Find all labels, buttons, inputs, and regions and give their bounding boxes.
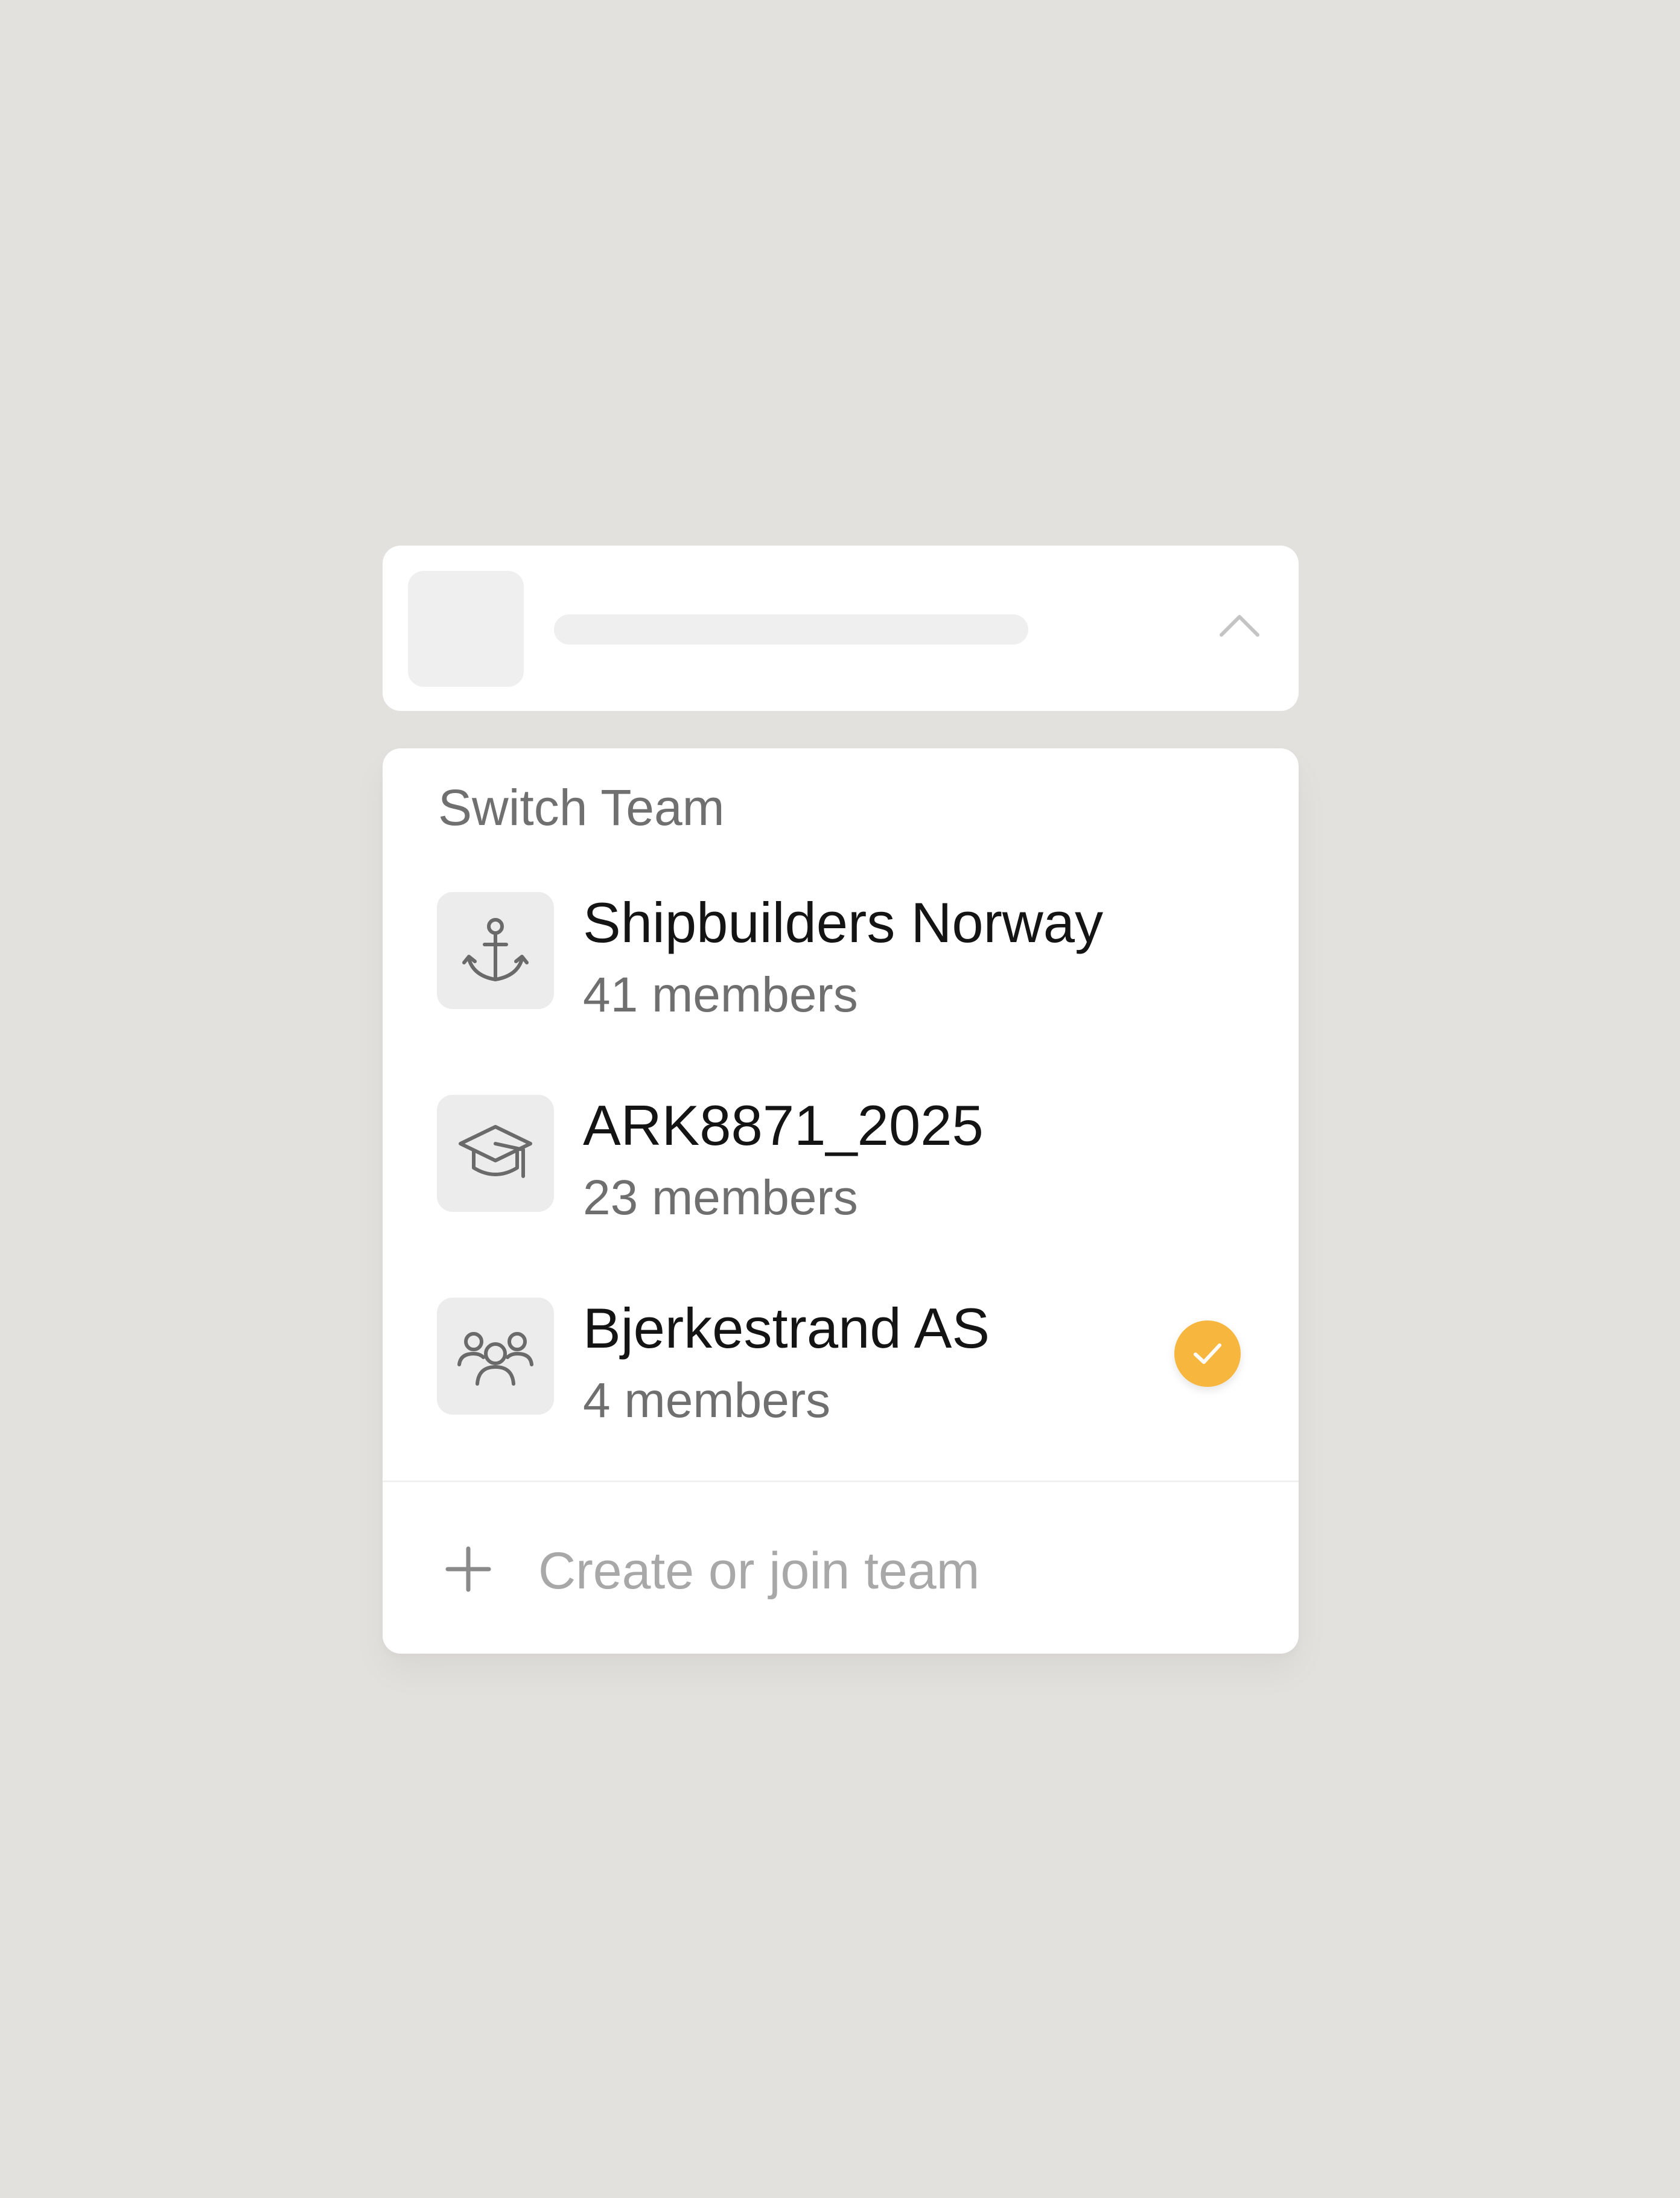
team-member-count: 4 members bbox=[583, 1373, 831, 1428]
team-avatar-placeholder bbox=[408, 571, 524, 687]
team-item-ark8871-2025[interactable]: ARK8871_2025 23 members bbox=[383, 1095, 1299, 1240]
anchor-icon bbox=[462, 918, 529, 981]
checkmark-icon bbox=[1194, 1343, 1221, 1364]
team-icon-container bbox=[437, 892, 554, 1009]
team-name: Bjerkestrand AS bbox=[583, 1296, 990, 1360]
team-icon-container bbox=[437, 1298, 554, 1415]
team-name: ARK8871_2025 bbox=[583, 1094, 984, 1157]
plus-icon bbox=[445, 1546, 491, 1592]
dropdown-heading: Switch Team bbox=[438, 779, 725, 836]
team-selector[interactable] bbox=[383, 546, 1299, 711]
team-item-bjerkestrand-as[interactable]: Bjerkestrand AS 4 members bbox=[383, 1298, 1299, 1442]
create-or-join-team-button[interactable]: Create or join team bbox=[383, 1482, 1299, 1654]
graduation-cap-icon bbox=[459, 1125, 532, 1178]
users-icon bbox=[457, 1332, 533, 1386]
create-or-join-team-label: Create or join team bbox=[538, 1542, 980, 1600]
team-member-count: 23 members bbox=[583, 1170, 858, 1225]
team-icon-container bbox=[437, 1095, 554, 1212]
switch-team-dropdown: Switch Team Shipbuilders Norway 41 membe… bbox=[383, 748, 1299, 1654]
team-item-shipbuilders-norway[interactable]: Shipbuilders Norway 41 members bbox=[383, 892, 1299, 1037]
team-name-placeholder bbox=[554, 614, 1028, 645]
chevron-up-icon[interactable] bbox=[1212, 600, 1267, 655]
selected-check-badge bbox=[1174, 1320, 1241, 1387]
team-member-count: 41 members bbox=[583, 967, 858, 1022]
team-name: Shipbuilders Norway bbox=[583, 891, 1104, 954]
